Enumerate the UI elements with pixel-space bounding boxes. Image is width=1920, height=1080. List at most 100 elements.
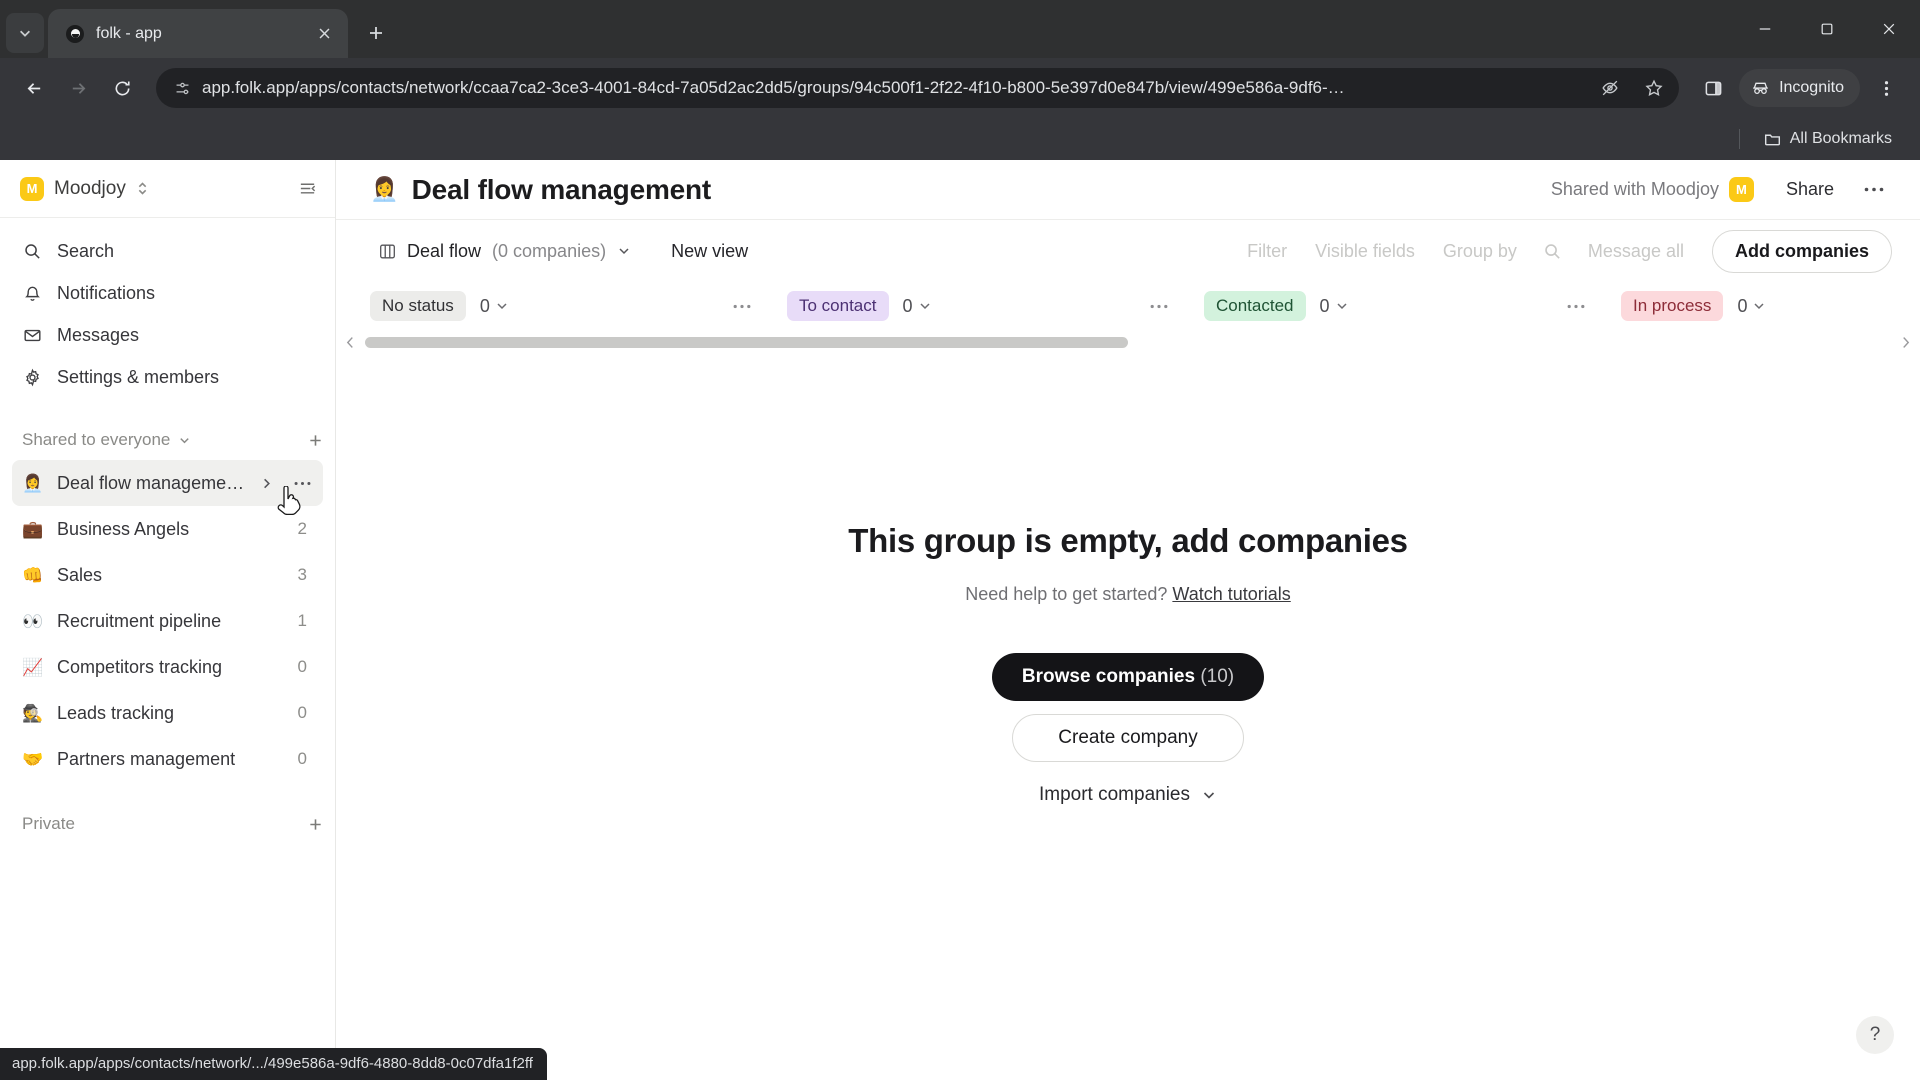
create-company-button[interactable]: Create company	[1012, 714, 1244, 762]
collapse-sidebar-button[interactable]	[298, 179, 317, 198]
incognito-indicator[interactable]: Incognito	[1739, 69, 1860, 107]
kanban-columns: No status 0 To contact 0 Contacted 0 In …	[370, 282, 1920, 330]
browser-menu-button[interactable]	[1866, 68, 1906, 108]
group-label: Leads tracking	[57, 702, 175, 723]
column-options-button[interactable]	[733, 304, 751, 309]
back-button[interactable]	[14, 68, 54, 108]
visible-fields-button[interactable]: Visible fields	[1303, 234, 1427, 269]
more-horizontal-icon	[1150, 304, 1168, 308]
minimize-icon	[1759, 28, 1771, 30]
browser-tab[interactable]: folk - app	[48, 9, 348, 58]
sidebar-group-business-angels[interactable]: 💼 Business Angels 2	[12, 506, 323, 552]
sidebar-group-sales[interactable]: 👊 Sales 3	[12, 552, 323, 598]
filter-button[interactable]: Filter	[1235, 234, 1299, 269]
reload-button[interactable]	[102, 68, 142, 108]
add-private-group-button[interactable]	[308, 817, 323, 832]
chevron-right-icon[interactable]	[260, 477, 273, 490]
sidebar-item-messages[interactable]: Messages	[12, 314, 323, 356]
sidebar-group-competitors-tracking[interactable]: 📈 Competitors tracking 0	[12, 644, 323, 690]
chevron-down-icon	[1203, 792, 1215, 799]
browse-companies-button[interactable]: Browse companies (10)	[991, 653, 1265, 701]
kanban-column-contacted: Contacted 0	[1204, 291, 1621, 321]
column-options-button[interactable]	[1150, 304, 1168, 309]
horizontal-scrollbar[interactable]	[336, 330, 1920, 354]
tune-icon	[176, 82, 188, 94]
watch-tutorials-link[interactable]: Watch tutorials	[1172, 584, 1290, 604]
add-shared-group-button[interactable]	[308, 433, 323, 448]
sidebar-group-deal-flow-management[interactable]: 👩‍💼 Deal flow manageme…	[12, 460, 323, 516]
url-text: app.folk.app/apps/contacts/network/ccaa7…	[202, 78, 1345, 97]
minimize-button[interactable]	[1734, 0, 1796, 58]
arrow-right-icon	[72, 82, 85, 94]
sidebar-item-search[interactable]: Search	[12, 230, 323, 272]
sidebar-item-settings[interactable]: Settings & members	[12, 356, 323, 398]
forward-button[interactable]	[58, 68, 98, 108]
close-tab-button[interactable]	[312, 22, 336, 46]
message-all-button[interactable]: Message all	[1576, 234, 1696, 269]
envelope-icon	[22, 326, 43, 345]
site-settings-icon[interactable]	[172, 78, 192, 98]
status-badge[interactable]: Contacted	[1204, 291, 1306, 321]
sidebar-group-leads-tracking[interactable]: 🕵️ Leads tracking 0	[12, 690, 323, 736]
group-label: Business Angels	[57, 518, 190, 539]
view-selector[interactable]: Deal flow (0 companies)	[370, 235, 639, 268]
main-area: 👩‍💼 Deal flow management Shared with Moo…	[336, 160, 1920, 1080]
status-badge[interactable]: To contact	[787, 291, 889, 321]
more-horizontal-icon	[733, 304, 751, 308]
close-window-button[interactable]	[1858, 0, 1920, 58]
address-bar[interactable]: app.folk.app/apps/contacts/network/ccaa7…	[156, 68, 1680, 108]
tracking-protection-icon[interactable]	[1593, 71, 1627, 105]
column-options-button[interactable]	[1567, 304, 1585, 309]
chevron-down-icon	[1336, 303, 1347, 310]
group-label: Competitors tracking	[57, 656, 223, 677]
help-button[interactable]: ?	[1856, 1016, 1894, 1054]
group-more-button[interactable]	[294, 481, 313, 486]
scroll-left-arrow[interactable]	[346, 336, 355, 349]
share-button[interactable]: Share	[1774, 173, 1846, 206]
column-count-value: 0	[902, 295, 913, 316]
incognito-icon	[1753, 82, 1768, 94]
all-bookmarks-button[interactable]: All Bookmarks	[1756, 126, 1900, 152]
app-sidebar: M Moodjoy Search Notifications Messages …	[0, 160, 336, 1080]
maximize-button[interactable]	[1796, 0, 1858, 58]
kanban-header: No status 0 To contact 0 Contacted 0 In …	[336, 282, 1920, 330]
group-label: Deal flow manageme…	[57, 472, 245, 493]
group-emoji-icon: 👊	[22, 565, 44, 585]
status-badge[interactable]: In process	[1621, 291, 1724, 321]
bookmark-star-button[interactable]	[1637, 71, 1671, 105]
group-count: 2	[297, 519, 307, 538]
search-icon	[1545, 243, 1560, 259]
column-count[interactable]: 0	[903, 296, 932, 317]
side-panel-button[interactable]	[1693, 68, 1733, 108]
shared-section-header[interactable]: Shared to everyone	[0, 420, 335, 460]
view-toolbar-right: Filter Visible fields Group by Message a…	[1235, 229, 1892, 273]
group-options-button[interactable]	[1856, 187, 1892, 192]
empty-state-subtitle: Need help to get started? Watch tutorial…	[965, 584, 1291, 605]
import-companies-button[interactable]: Import companies	[1039, 784, 1217, 806]
gear-icon	[22, 368, 43, 387]
scrollbar-thumb[interactable]	[365, 336, 1128, 348]
sidebar-item-label: Notifications	[57, 282, 156, 303]
add-companies-button[interactable]: Add companies	[1711, 229, 1892, 273]
new-view-button[interactable]: New view	[661, 235, 758, 268]
scroll-right-arrow[interactable]	[1901, 336, 1910, 349]
group-emoji-icon: 🕵️	[22, 703, 44, 723]
more-vertical-icon	[1884, 80, 1888, 96]
new-tab-button[interactable]	[358, 15, 394, 51]
sidebar-nav: Search Notifications Messages Settings &…	[0, 218, 335, 398]
bookmarks-divider	[1738, 129, 1740, 149]
tab-search-button[interactable]	[6, 13, 44, 53]
sidebar-group-recruitment-pipeline[interactable]: 👀 Recruitment pipeline 1	[12, 598, 323, 644]
search-button[interactable]	[1533, 235, 1572, 268]
sidebar-group-partners-management[interactable]: 🤝 Partners management 0	[12, 736, 323, 782]
status-badge[interactable]: No status	[370, 291, 466, 321]
browse-companies-label: Browse companies	[1021, 666, 1196, 687]
private-section-header[interactable]: Private	[0, 804, 335, 844]
workspace-switcher[interactable]: M Moodjoy	[0, 160, 335, 218]
column-count[interactable]: 0	[1737, 296, 1766, 317]
column-count[interactable]: 0	[1320, 296, 1349, 317]
group-by-button[interactable]: Group by	[1431, 234, 1529, 269]
scrollbar-track[interactable]	[365, 336, 1891, 348]
column-count[interactable]: 0	[480, 296, 509, 317]
sidebar-item-notifications[interactable]: Notifications	[12, 272, 323, 314]
